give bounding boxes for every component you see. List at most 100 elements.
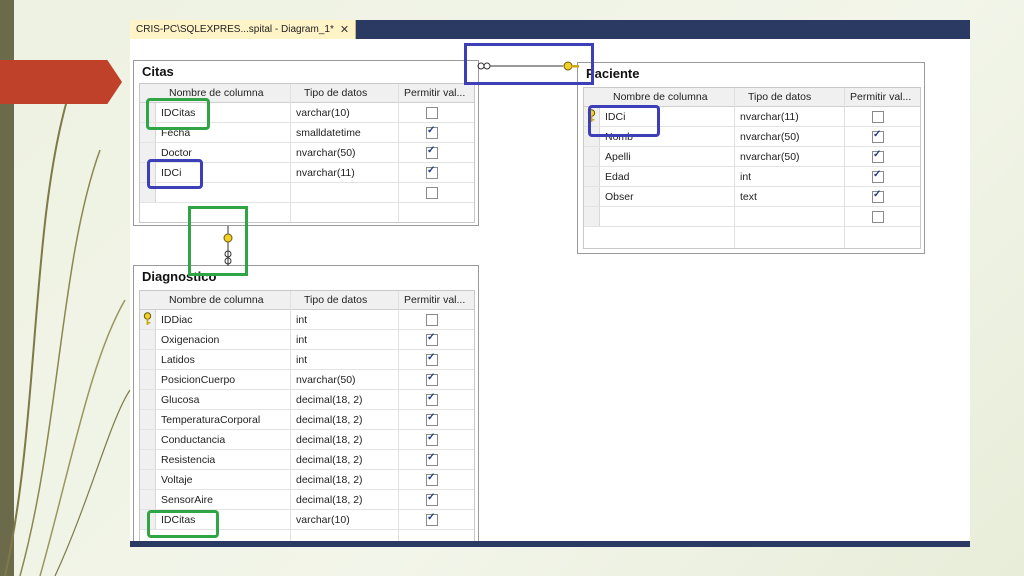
row-selector[interactable]: [584, 147, 600, 166]
column-name[interactable]: Resistencia: [161, 454, 215, 466]
column-type[interactable]: decimal(18, 2): [296, 394, 363, 406]
column-header-null: Permitir val...: [404, 294, 466, 306]
allow-nulls-checkbox[interactable]: [872, 189, 884, 203]
column-type[interactable]: varchar(10): [296, 107, 350, 119]
column-name[interactable]: Glucosa: [161, 394, 200, 406]
allow-nulls-checkbox[interactable]: [426, 145, 438, 159]
column-name[interactable]: PosicionCuerpo: [161, 374, 235, 386]
table-row[interactable]: TemperaturaCorporal decimal(18, 2): [140, 410, 474, 430]
allow-nulls-checkbox[interactable]: [426, 352, 438, 366]
allow-nulls-checkbox[interactable]: [426, 187, 438, 199]
table-row[interactable]: Obser text: [584, 187, 920, 207]
table-row[interactable]: Conductancia decimal(18, 2): [140, 430, 474, 450]
column-name[interactable]: Conductancia: [161, 434, 225, 446]
allow-nulls-checkbox[interactable]: [426, 432, 438, 446]
allow-nulls-checkbox[interactable]: [872, 169, 884, 183]
table-row[interactable]: Glucosa decimal(18, 2): [140, 390, 474, 410]
row-selector[interactable]: [140, 330, 156, 349]
allow-nulls-checkbox[interactable]: [872, 211, 884, 223]
allow-nulls-checkbox[interactable]: [426, 332, 438, 346]
allow-nulls-checkbox[interactable]: [426, 125, 438, 139]
column-type[interactable]: decimal(18, 2): [296, 454, 363, 466]
column-name[interactable]: Edad: [605, 171, 630, 183]
row-selector[interactable]: [140, 450, 156, 469]
table-paciente[interactable]: Paciente Nombre de columna Tipo de datos P…: [577, 62, 925, 254]
column-type[interactable]: nvarchar(50): [740, 151, 800, 163]
row-selector[interactable]: [140, 370, 156, 389]
allow-nulls-checkbox[interactable]: [426, 472, 438, 486]
table-row[interactable]: PosicionCuerpo nvarchar(50): [140, 370, 474, 390]
allow-nulls-checkbox[interactable]: [426, 372, 438, 386]
table-row[interactable]: Latidos int: [140, 350, 474, 370]
column-name[interactable]: Doctor: [161, 147, 192, 159]
allow-nulls-checkbox[interactable]: [426, 492, 438, 506]
column-name[interactable]: Voltaje: [161, 474, 193, 486]
row-selector[interactable]: [140, 490, 156, 509]
row-selector[interactable]: [140, 310, 156, 329]
column-type[interactable]: int: [296, 354, 307, 366]
column-type[interactable]: int: [296, 314, 307, 326]
column-name[interactable]: SensorAire: [161, 494, 213, 506]
column-type[interactable]: varchar(10): [296, 514, 350, 526]
column-type[interactable]: decimal(18, 2): [296, 494, 363, 506]
column-name[interactable]: Obser: [605, 191, 634, 203]
table-citas[interactable]: Citas Nombre de columna Tipo de datos Perm…: [133, 60, 479, 226]
table-row[interactable]: [584, 207, 920, 227]
highlight-citas-idci: [147, 159, 203, 189]
row-selector[interactable]: [140, 410, 156, 429]
column-name[interactable]: Oxigenacion: [161, 334, 219, 346]
column-type[interactable]: nvarchar(50): [296, 147, 356, 159]
close-icon[interactable]: ✕: [340, 23, 349, 36]
row-selector[interactable]: [584, 187, 600, 206]
column-type[interactable]: decimal(18, 2): [296, 434, 363, 446]
column-header-type: Tipo de datos: [304, 294, 368, 306]
row-selector[interactable]: [584, 207, 600, 226]
allow-nulls-checkbox[interactable]: [426, 165, 438, 179]
table-row[interactable]: Voltaje decimal(18, 2): [140, 470, 474, 490]
column-name[interactable]: TemperaturaCorporal: [161, 414, 260, 426]
column-header-null: Permitir val...: [404, 87, 466, 99]
column-type[interactable]: decimal(18, 2): [296, 474, 363, 486]
column-type[interactable]: nvarchar(50): [296, 374, 356, 386]
allow-nulls-checkbox[interactable]: [426, 392, 438, 406]
row-selector[interactable]: [584, 167, 600, 186]
allow-nulls-checkbox[interactable]: [426, 452, 438, 466]
relationship-highlight-box: [188, 206, 248, 276]
table-row[interactable]: Resistencia decimal(18, 2): [140, 450, 474, 470]
allow-nulls-checkbox[interactable]: [426, 512, 438, 526]
column-type[interactable]: decimal(18, 2): [296, 414, 363, 426]
allow-nulls-checkbox[interactable]: [426, 412, 438, 426]
allow-nulls-checkbox[interactable]: [426, 107, 438, 119]
column-type[interactable]: nvarchar(50): [740, 131, 800, 143]
table-row[interactable]: SensorAire decimal(18, 2): [140, 490, 474, 510]
column-name[interactable]: Latidos: [161, 354, 195, 366]
column-type[interactable]: smalldatetime: [296, 127, 361, 139]
highlight-paciente-idci: [588, 105, 660, 137]
table-row[interactable]: Edad int: [584, 167, 920, 187]
column-type[interactable]: nvarchar(11): [296, 167, 355, 179]
table-row[interactable]: Apelli nvarchar(50): [584, 147, 920, 167]
table-row[interactable]: IDDiac int: [140, 310, 474, 330]
row-selector[interactable]: [140, 350, 156, 369]
column-type[interactable]: text: [740, 191, 757, 203]
column-grid: Nombre de columna Tipo de datos Permitir v…: [139, 290, 475, 547]
column-name[interactable]: IDDiac: [161, 314, 193, 326]
allow-nulls-checkbox[interactable]: [872, 129, 884, 143]
tab-diagram[interactable]: CRIS-PC\SQLEXPRES...spital - Diagram_1* …: [130, 20, 357, 39]
allow-nulls-checkbox[interactable]: [426, 314, 438, 326]
column-name[interactable]: Apelli: [605, 151, 631, 163]
table-title: Paciente: [586, 66, 640, 81]
primary-key-icon: [143, 312, 152, 325]
table-row[interactable]: Oxigenacion int: [140, 330, 474, 350]
column-type[interactable]: nvarchar(11): [740, 111, 799, 123]
allow-nulls-checkbox[interactable]: [872, 111, 884, 123]
row-selector[interactable]: [140, 470, 156, 489]
column-type[interactable]: int: [740, 171, 751, 183]
column-type[interactable]: int: [296, 334, 307, 346]
window-bottom-strip: [130, 541, 970, 547]
table-diagnostico[interactable]: Diagnostico Nombre de columna Tipo de dat…: [133, 265, 479, 547]
allow-nulls-checkbox[interactable]: [872, 149, 884, 163]
row-selector[interactable]: [140, 430, 156, 449]
ssms-diagram-window: CRIS-PC\SQLEXPRES...spital - Diagram_1* …: [130, 20, 970, 547]
row-selector[interactable]: [140, 390, 156, 409]
